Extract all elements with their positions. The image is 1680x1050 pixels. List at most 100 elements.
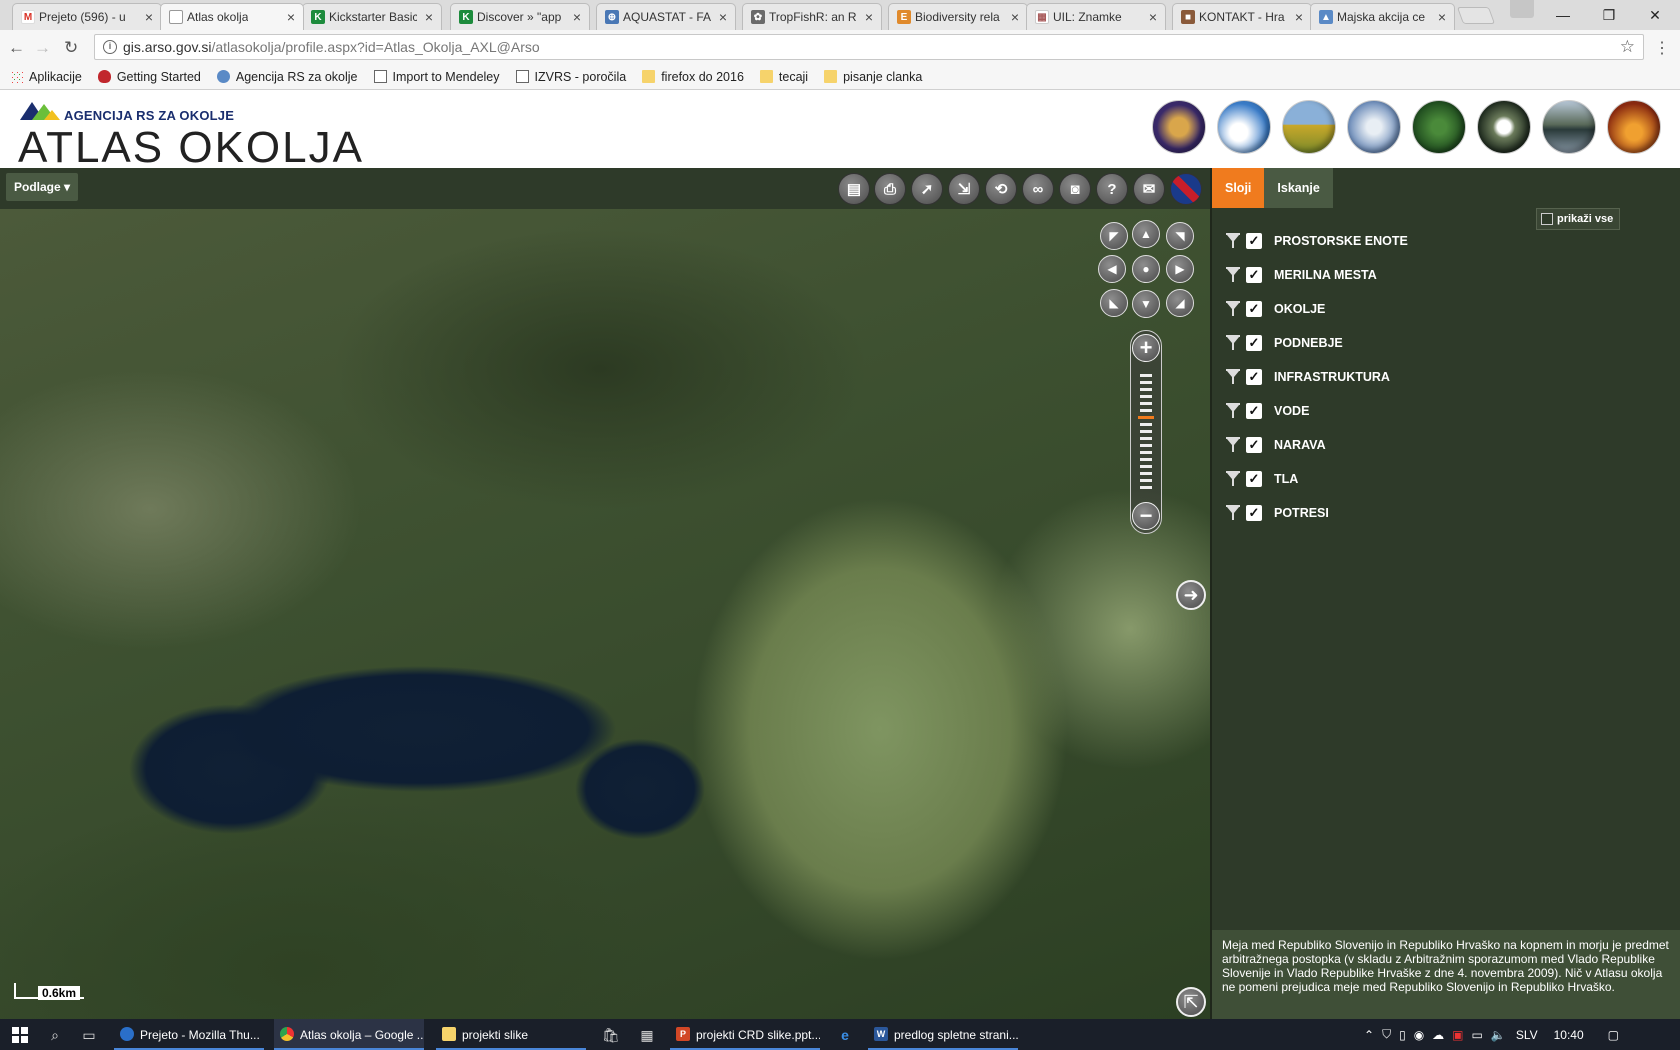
- close-tab-icon[interactable]: ×: [1295, 9, 1303, 25]
- arso-logo-icon[interactable]: [18, 100, 62, 122]
- zoom-tick[interactable]: [1140, 381, 1152, 384]
- layer-item[interactable]: ✓ MERILNA MESTA: [1226, 258, 1408, 292]
- print-icon[interactable]: ⎙: [874, 173, 906, 205]
- filter-icon[interactable]: [1226, 471, 1240, 487]
- zoom-tick[interactable]: [1140, 388, 1152, 391]
- store-icon[interactable]: 🛍: [602, 1026, 620, 1044]
- taskbar-app-word[interactable]: W predlog spletne strani...: [868, 1019, 1018, 1050]
- pan-northeast-icon[interactable]: ◥: [1166, 222, 1194, 250]
- shield-icon[interactable]: ⛉: [1382, 1027, 1391, 1042]
- close-tab-icon[interactable]: ×: [865, 9, 873, 25]
- zoom-tick[interactable]: [1140, 465, 1152, 468]
- usb-icon[interactable]: ▯: [1399, 1028, 1406, 1042]
- basemap-dropdown[interactable]: Podlage ▾: [6, 173, 79, 201]
- layer-checkbox[interactable]: ✓: [1246, 301, 1262, 317]
- browser-tab-active[interactable]: Atlas okolja ×: [160, 3, 304, 30]
- bookmark-folder[interactable]: pisanje clanka: [824, 70, 922, 84]
- bookmark-apps[interactable]: Aplikacije: [10, 70, 82, 84]
- zoom-tick[interactable]: [1140, 402, 1152, 405]
- pan-northwest-icon[interactable]: ◤: [1100, 222, 1128, 250]
- dandelion-icon[interactable]: [1477, 100, 1531, 154]
- browser-tab[interactable]: ✿ TropFishR: an R ×: [742, 3, 882, 30]
- layer-item[interactable]: ✓ OKOLJE: [1226, 292, 1408, 326]
- show-all-checkbox[interactable]: [1541, 213, 1553, 225]
- filter-icon[interactable]: [1226, 437, 1240, 453]
- back-icon[interactable]: ←: [8, 38, 25, 58]
- zoom-tick[interactable]: [1140, 409, 1152, 412]
- windows-start-icon[interactable]: [12, 1027, 28, 1043]
- volume-icon[interactable]: 🔈: [1491, 1028, 1506, 1042]
- overview-map-toggle-icon[interactable]: ⇱: [1176, 987, 1206, 1017]
- bookmark-izvrs[interactable]: IZVRS - poročila: [515, 70, 626, 84]
- close-tab-icon[interactable]: ×: [573, 9, 581, 25]
- measure-icon[interactable]: ⇲: [948, 173, 980, 205]
- language-indicator[interactable]: SLV: [1516, 1028, 1538, 1042]
- layer-checkbox[interactable]: ✓: [1246, 233, 1262, 249]
- browser-tab[interactable]: ▦ UIL: Znamke ×: [1026, 3, 1166, 30]
- zoom-tick[interactable]: [1140, 437, 1152, 440]
- field-icon[interactable]: [1282, 100, 1336, 154]
- help-icon[interactable]: ?: [1096, 173, 1128, 205]
- search-icon[interactable]: ⌕: [46, 1026, 64, 1044]
- zoom-level-indicator[interactable]: [1138, 416, 1154, 419]
- bookmark-mendeley[interactable]: Import to Mendeley: [373, 70, 500, 84]
- bookmark-folder[interactable]: firefox do 2016: [642, 70, 744, 84]
- layer-checkbox[interactable]: ✓: [1246, 335, 1262, 351]
- pan-south-icon[interactable]: ▼: [1132, 290, 1160, 318]
- close-window-icon[interactable]: ✕: [1632, 0, 1678, 30]
- taskbar-app-chrome[interactable]: Atlas okolja – Google ...: [274, 1019, 424, 1050]
- layer-item[interactable]: ✓ TLA: [1226, 462, 1408, 496]
- pan-center-icon[interactable]: ●: [1132, 255, 1160, 283]
- zoom-tick[interactable]: [1140, 486, 1152, 489]
- lake-icon[interactable]: [1542, 100, 1596, 154]
- browser-menu-icon[interactable]: ⋮: [1654, 38, 1670, 58]
- bookmark-folder[interactable]: tecaji: [759, 70, 808, 84]
- grass-icon[interactable]: [1412, 100, 1466, 154]
- frost-tree-icon[interactable]: [1347, 100, 1401, 154]
- close-tab-icon[interactable]: ×: [1438, 9, 1446, 25]
- zoom-tick[interactable]: [1140, 472, 1152, 475]
- location-icon[interactable]: ◉: [1414, 1028, 1424, 1042]
- new-tab-button[interactable]: [1456, 7, 1496, 24]
- minimize-icon[interactable]: —: [1540, 0, 1586, 30]
- pdf-icon[interactable]: ▣: [1452, 1028, 1463, 1042]
- zoom-tick[interactable]: [1140, 374, 1152, 377]
- close-tab-icon[interactable]: ×: [287, 9, 295, 25]
- close-tab-icon[interactable]: ×: [425, 9, 433, 25]
- clouds-icon[interactable]: [1217, 100, 1271, 154]
- restore-icon[interactable]: ❐: [1586, 0, 1632, 30]
- layer-item[interactable]: ✓ PODNEBJE: [1226, 326, 1408, 360]
- bookmark-arso[interactable]: Agencija RS za okolje: [216, 70, 358, 84]
- layer-item[interactable]: ✓ INFRASTRUKTURA: [1226, 360, 1408, 394]
- show-all-toggle[interactable]: prikaži vse: [1536, 208, 1621, 230]
- bookmark-getting-started[interactable]: Getting Started: [97, 70, 201, 84]
- zoom-tick[interactable]: [1140, 458, 1152, 461]
- layer-checkbox[interactable]: ✓: [1246, 505, 1262, 521]
- filter-icon[interactable]: [1226, 335, 1240, 351]
- bookmark-star-icon[interactable]: ☆: [1620, 37, 1635, 57]
- zoom-in-icon[interactable]: +: [1132, 334, 1160, 362]
- browser-tab[interactable]: ▲ Majska akcija ce ×: [1310, 3, 1455, 30]
- notifications-icon[interactable]: ▢: [1608, 1028, 1619, 1042]
- zoom-tick[interactable]: [1140, 395, 1152, 398]
- layer-item[interactable]: ✓ PROSTORSKE ENOTE: [1226, 224, 1408, 258]
- zoom-tick[interactable]: [1140, 451, 1152, 454]
- layer-item[interactable]: ✓ POTRESI: [1226, 496, 1408, 530]
- reload-icon[interactable]: ↻: [64, 38, 78, 58]
- task-view-icon[interactable]: ▭: [80, 1026, 98, 1044]
- taskbar-app-thunderbird[interactable]: Prejeto - Mozilla Thu...: [114, 1019, 264, 1050]
- close-tab-icon[interactable]: ×: [719, 9, 727, 25]
- calculator-icon[interactable]: ▦: [638, 1026, 656, 1044]
- cloud-icon[interactable]: ☁: [1432, 1028, 1444, 1042]
- filter-icon[interactable]: [1226, 267, 1240, 283]
- pan-southwest-icon[interactable]: ◣: [1100, 289, 1128, 317]
- back-extent-icon[interactable]: ⟲: [985, 173, 1017, 205]
- browser-tab[interactable]: K Kickstarter Basic ×: [302, 3, 442, 30]
- tab-iskanje[interactable]: Iskanje: [1264, 168, 1333, 208]
- filter-icon[interactable]: [1226, 403, 1240, 419]
- layer-checkbox[interactable]: ✓: [1246, 369, 1262, 385]
- close-tab-icon[interactable]: ×: [1011, 9, 1019, 25]
- browser-tab[interactable]: K Discover » "app ×: [450, 3, 590, 30]
- select-arrow-icon[interactable]: ➚: [911, 173, 943, 205]
- browser-tab[interactable]: ■ KONTAKT - Hra ×: [1172, 3, 1312, 30]
